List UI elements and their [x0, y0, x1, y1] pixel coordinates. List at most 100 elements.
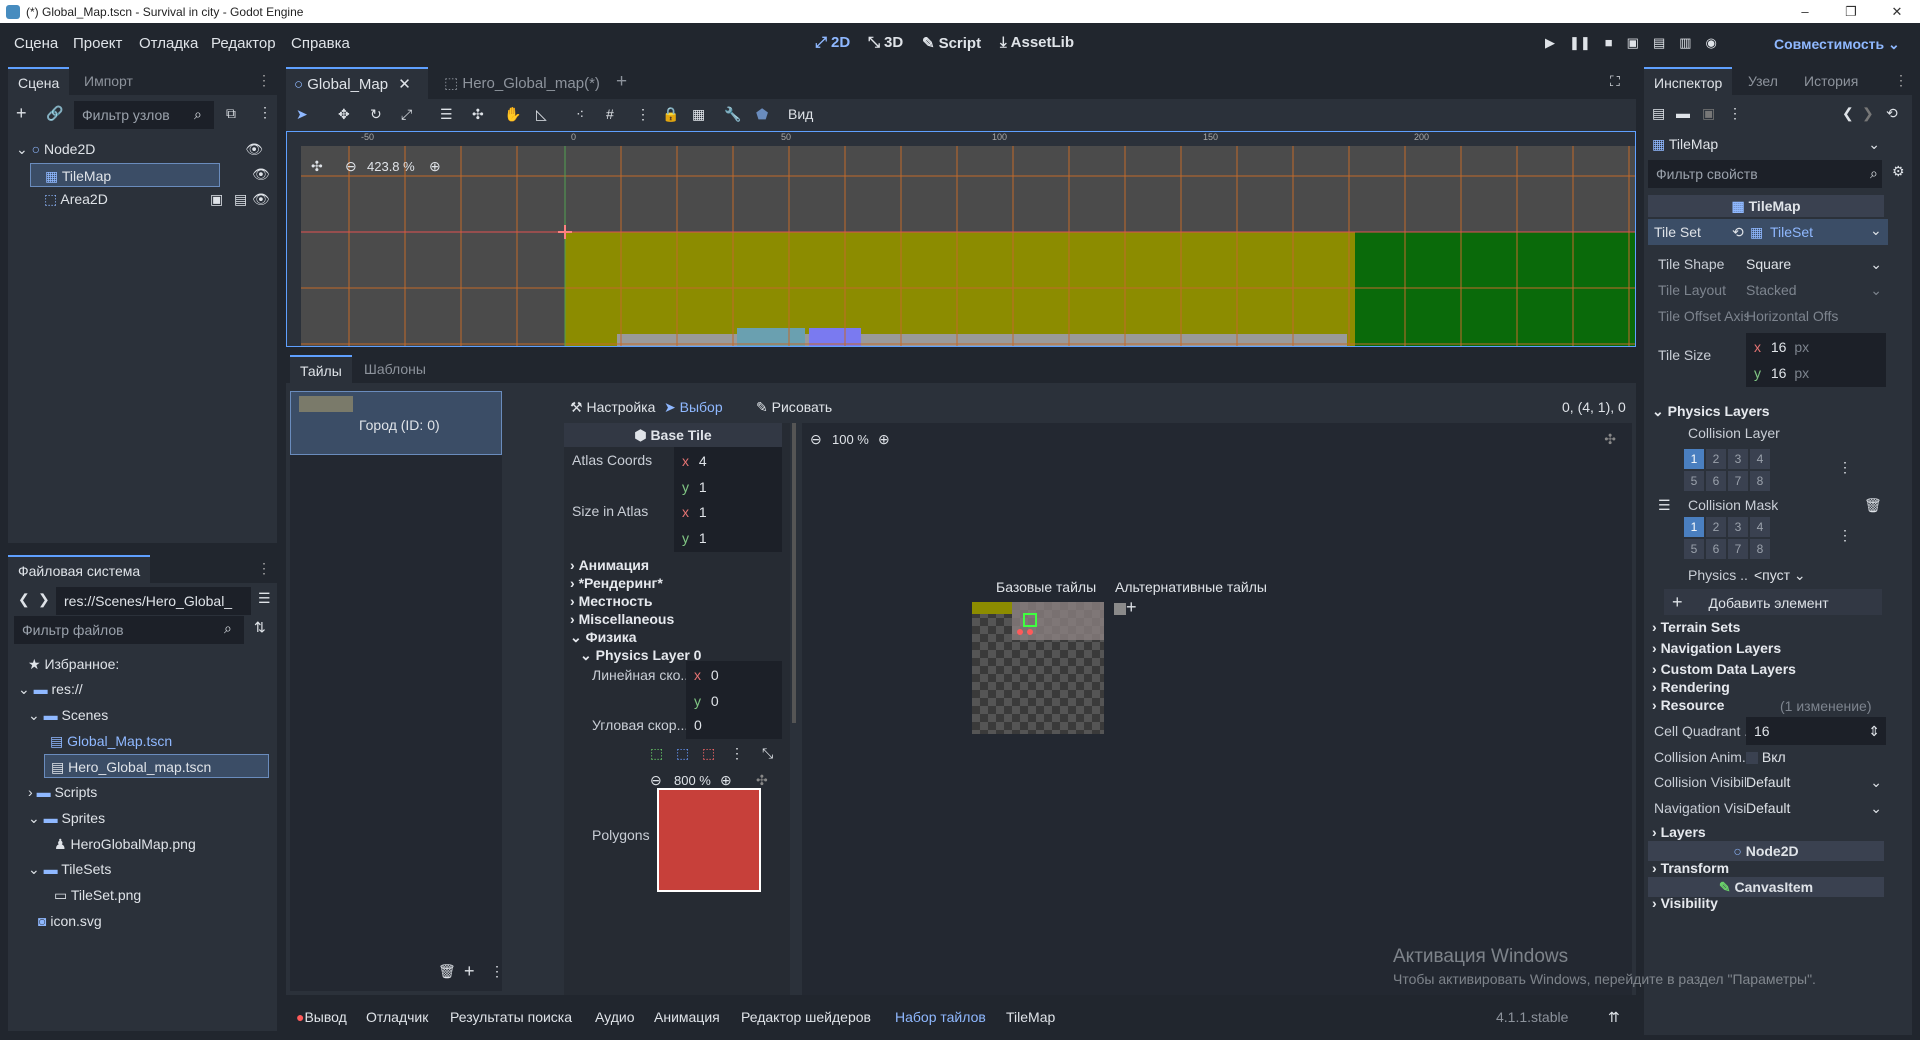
- section-rendering[interactable]: › *Рендеринг*: [570, 575, 663, 591]
- atlas-x-field[interactable]: x 4: [674, 447, 782, 475]
- menu-project[interactable]: Проект: [73, 35, 122, 52]
- revert-icon[interactable]: ⟲: [1732, 224, 1744, 241]
- scene-menu-icon[interactable]: ⋮: [258, 104, 272, 121]
- tab-history[interactable]: История: [1794, 67, 1868, 95]
- workspace-3d-button[interactable]: ⤡ 3D: [868, 34, 903, 51]
- visibility-icon[interactable]: ⬟: [756, 106, 768, 123]
- section-resource[interactable]: › Resource: [1652, 697, 1724, 713]
- ruler-tool-icon[interactable]: ◺: [536, 106, 547, 123]
- link-icon[interactable]: 🔗: [46, 105, 63, 122]
- list-view-icon[interactable]: ☰: [258, 590, 271, 607]
- stop-icon[interactable]: ■: [1605, 35, 1613, 51]
- tile-set-row[interactable]: Tile Set ⟲ ▦ TileSet ⌄: [1648, 219, 1888, 245]
- tile-shape-select[interactable]: Square ⌄: [1746, 256, 1886, 272]
- bone-icon[interactable]: 🔧: [724, 106, 741, 123]
- folder-tilesets[interactable]: ⌄ ▬ TileSets: [28, 857, 111, 881]
- zoom-out-icon[interactable]: ⊖: [345, 158, 357, 175]
- section-misc[interactable]: › Miscellaneous: [570, 611, 674, 627]
- size-x-field[interactable]: x 1: [674, 498, 782, 526]
- tab-audio[interactable]: Аудио: [595, 1009, 635, 1025]
- tab-tilemap[interactable]: TileMap: [1006, 1009, 1055, 1025]
- atlas-y-field[interactable]: y 1: [674, 473, 782, 501]
- zoom-in-icon[interactable]: ⊕: [720, 772, 732, 789]
- object-selector[interactable]: ▦ TileMap ⌄: [1648, 131, 1884, 157]
- section-layers[interactable]: › Layers: [1652, 824, 1706, 840]
- close-tab-icon[interactable]: ✕: [398, 76, 411, 93]
- alt-tile[interactable]: [1114, 603, 1126, 615]
- tile-layout-select[interactable]: Stacked ⌄: [1746, 282, 1886, 298]
- collision-mask-bit-2[interactable]: 2: [1706, 517, 1726, 537]
- tab-import[interactable]: Импорт: [74, 67, 143, 95]
- zoom-out-icon[interactable]: ⊖: [650, 772, 662, 789]
- close-window-button[interactable]: ✕: [1874, 4, 1920, 20]
- mode-paint[interactable]: ✎ Рисовать: [756, 399, 832, 416]
- node-filter-input[interactable]: Фильтр узлов: [74, 101, 214, 129]
- back-icon[interactable]: ❮: [18, 591, 30, 608]
- section-navigation-layers[interactable]: › Navigation Layers: [1652, 640, 1781, 656]
- collision-layer-bit-4[interactable]: 4: [1750, 449, 1770, 469]
- collision-mask-bit-8[interactable]: 8: [1750, 539, 1770, 559]
- section-physics-layer-0[interactable]: ⌄ Physics Layer 0: [580, 647, 701, 664]
- physics-material-select[interactable]: <пуст ⌄: [1754, 567, 1834, 584]
- tab-patterns[interactable]: Шаблоны: [354, 355, 436, 383]
- sort-icon[interactable]: ⇅: [254, 619, 266, 636]
- workspace-script-button[interactable]: ✎ Script: [922, 34, 981, 53]
- tab-output[interactable]: ●Вывод: [296, 1009, 347, 1025]
- menu-scene[interactable]: Сцена: [14, 35, 58, 52]
- collision-layer-bit-8[interactable]: 8: [1750, 471, 1770, 491]
- scale-tool-icon[interactable]: ⤢: [401, 106, 412, 123]
- tree-row-tilemap[interactable]: ▦ TileMap: [30, 163, 220, 187]
- polygon-menu-icon[interactable]: ⋮: [730, 745, 744, 762]
- section-transform[interactable]: › Transform: [1652, 860, 1729, 876]
- cell-quadrant-spinbox[interactable]: 16 ⇕: [1746, 717, 1886, 745]
- collision-layer-bit-7[interactable]: 7: [1728, 471, 1748, 491]
- visibility-eye-icon[interactable]: 👁: [252, 187, 270, 211]
- folder-sprites[interactable]: ⌄ ▬ Sprites: [28, 806, 105, 830]
- menu-help[interactable]: Справка: [291, 35, 350, 52]
- section-physics-layers[interactable]: ⌄ Physics Layers: [1652, 403, 1770, 420]
- favorites-row[interactable]: ★ Избранное:: [28, 652, 119, 676]
- mode-setup[interactable]: ⚒ Настройка: [570, 399, 655, 416]
- add-element-button[interactable]: + Добавить элемент: [1664, 589, 1882, 615]
- add-tab-icon[interactable]: +: [616, 71, 627, 93]
- properties-scrollbar[interactable]: [792, 423, 796, 723]
- file-hero-global-map[interactable]: ▤ Hero_Global_map.tscn: [44, 754, 269, 778]
- zoom-in-icon[interactable]: ⊕: [429, 158, 441, 175]
- next-object-icon[interactable]: ❯: [1862, 105, 1874, 122]
- dock-menu-icon[interactable]: ⋮: [257, 72, 271, 89]
- collision-anim-checkbox[interactable]: Вкл: [1746, 749, 1786, 765]
- move-tool-icon[interactable]: ✥: [338, 106, 350, 123]
- tab-filesystem[interactable]: Файловая система: [8, 555, 151, 583]
- tab-scene[interactable]: Сцена: [8, 67, 70, 95]
- collision-layer-bit-6[interactable]: 6: [1706, 471, 1726, 491]
- polygon-create-icon[interactable]: ⬚: [650, 745, 663, 762]
- new-resource-icon[interactable]: ▤: [1652, 105, 1665, 122]
- forward-icon[interactable]: ❯: [38, 591, 50, 608]
- smart-snap-icon[interactable]: ⁖: [576, 106, 584, 123]
- add-node-icon[interactable]: +: [16, 103, 27, 124]
- folder-res[interactable]: ⌄ ▬ res://: [18, 677, 83, 701]
- delete-source-icon[interactable]: 🗑: [438, 963, 456, 980]
- file-global-map[interactable]: ▤ Global_Map.tscn: [50, 729, 172, 753]
- path-field[interactable]: res://Scenes/Hero_Global_: [56, 587, 251, 615]
- navigation-visibility-select[interactable]: Default ⌄: [1746, 800, 1886, 816]
- workspace-assetlib-button[interactable]: ⤓ AssetLib: [1000, 34, 1074, 51]
- distraction-free-icon[interactable]: ⛶: [1610, 73, 1620, 90]
- delete-element-icon[interactable]: 🗑: [1864, 497, 1882, 514]
- visibility-eye-icon[interactable]: 👁: [245, 137, 263, 161]
- list-select-tool-icon[interactable]: ☰: [440, 106, 453, 123]
- folder-scenes[interactable]: ⌄ ▬ Scenes: [28, 703, 108, 727]
- remote-debug-icon[interactable]: ▣: [1627, 35, 1639, 51]
- maximize-button[interactable]: ❐: [1828, 4, 1874, 20]
- folder-scripts[interactable]: › ▬ Scripts: [28, 780, 97, 804]
- instantiate-scene-icon[interactable]: ⧉: [226, 105, 236, 122]
- group-icon[interactable]: ▣: [210, 187, 223, 211]
- dock-menu-icon[interactable]: ⋮: [257, 560, 271, 577]
- tree-row-node2d[interactable]: ⌄ ○ Node2D 👁: [16, 137, 271, 161]
- tab-tiles[interactable]: Тайлы: [290, 355, 352, 383]
- pivot-tool-icon[interactable]: ✣: [472, 106, 484, 123]
- mode-select[interactable]: ➤ Выбор: [664, 399, 723, 416]
- section-animation[interactable]: › Анимация: [570, 557, 649, 573]
- collision-mask-bit-6[interactable]: 6: [1706, 539, 1726, 559]
- zoom-out-icon[interactable]: ⊖: [810, 431, 822, 448]
